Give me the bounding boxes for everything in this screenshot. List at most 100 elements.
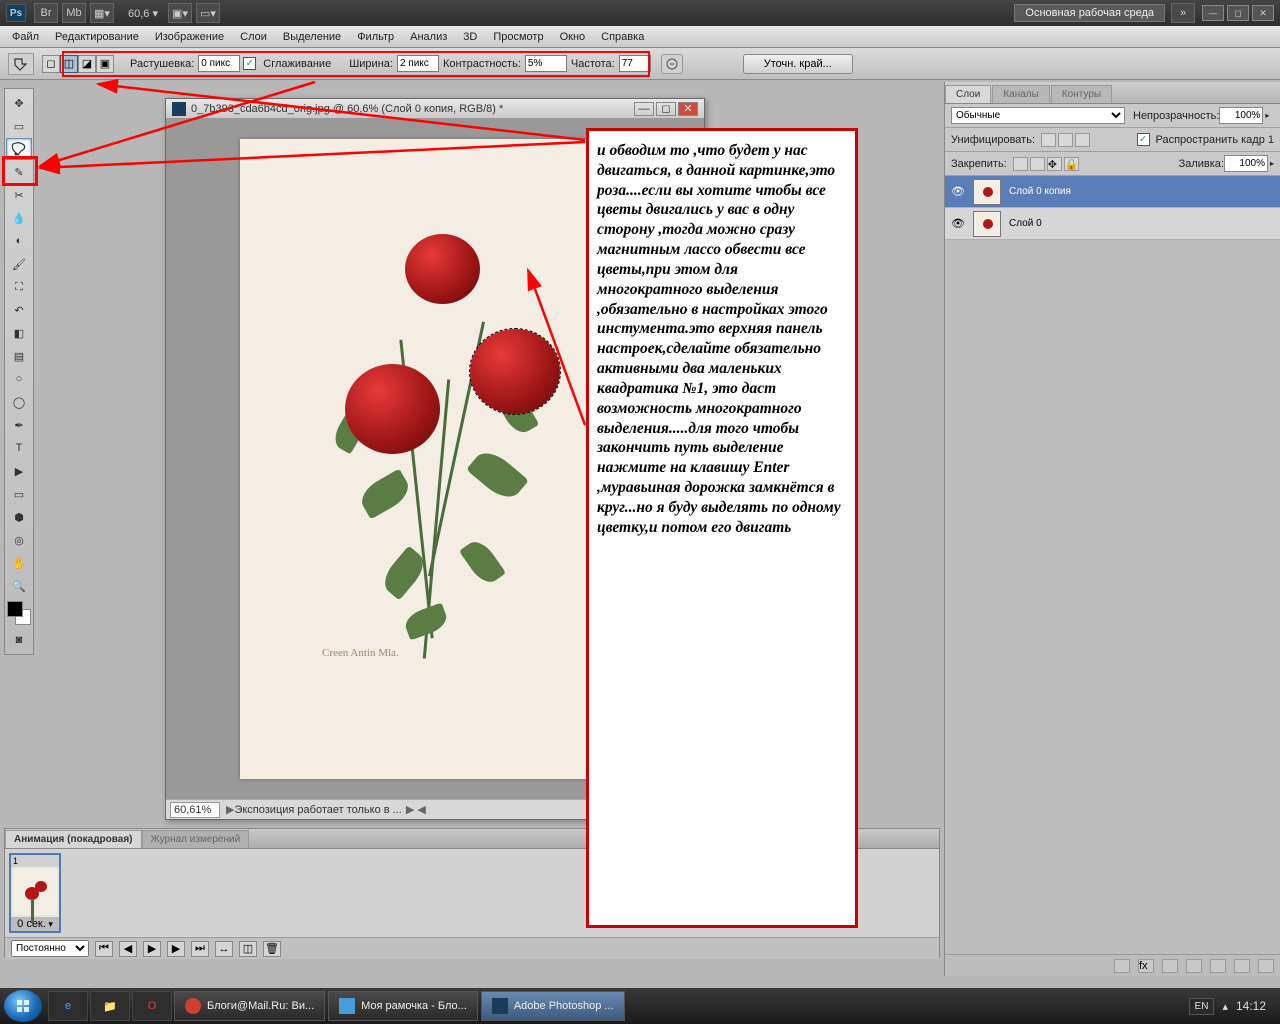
layer-thumbnail[interactable] [973,211,1001,237]
taskbar-explorer-icon[interactable]: 📁 [90,991,130,1021]
taskbar-opera-icon[interactable]: O [132,991,172,1021]
taskbar-app-2[interactable]: Моя рамочка - Бло... [328,991,478,1021]
delete-frame-button[interactable]: 🗑 [263,941,281,957]
lock-transparency-icon[interactable] [1013,157,1028,171]
animation-frame-1[interactable]: 1 0 сек. ▾ [9,853,61,933]
frequency-input[interactable] [619,55,651,72]
width-input[interactable] [397,55,439,72]
layer-row-1[interactable]: 👁 Слой 0 [945,208,1280,240]
bridge-button[interactable]: Br [34,3,58,23]
zoom-level[interactable]: 60,6 ▾ [128,7,158,20]
clock[interactable]: 14:12 [1236,999,1266,1013]
foreground-color[interactable] [7,601,23,617]
color-swatches[interactable] [7,601,31,625]
delete-layer-icon[interactable] [1258,959,1274,973]
lock-position-icon[interactable]: ✥ [1047,157,1062,171]
tab-animation[interactable]: Анимация (покадровая) [5,830,142,848]
quick-mask-tool[interactable]: ◙ [6,629,32,651]
propagate-checkbox[interactable]: ✓ [1137,133,1150,146]
taskbar-app-1[interactable]: Блоги@Mail.Ru: Ви... [174,991,325,1021]
gradient-tool[interactable]: ▤ [6,345,32,367]
duplicate-frame-button[interactable]: ◫ [239,941,257,957]
new-layer-icon[interactable] [1234,959,1250,973]
start-button[interactable] [4,990,42,1022]
menu-3d[interactable]: 3D [455,28,485,46]
opacity-flyout-icon[interactable]: ▸ [1265,111,1269,120]
layer-group-icon[interactable] [1210,959,1226,973]
menu-edit[interactable]: Редактирование [47,28,147,46]
menu-analysis[interactable]: Анализ [402,28,455,46]
antialias-checkbox[interactable]: ✓ [243,57,256,70]
unify-visibility-icon[interactable] [1058,133,1073,147]
3d-tool[interactable]: ⬢ [6,506,32,528]
healing-brush-tool[interactable]: ◐ [6,230,32,252]
menu-file[interactable]: Файл [4,28,47,46]
tween-button[interactable]: ↔ [215,941,233,957]
arrange-button[interactable]: ▣▾ [168,3,192,23]
screen-mode-button[interactable]: ▭▾ [196,3,220,23]
taskbar-app-3[interactable]: Adobe Photoshop ... [481,991,625,1021]
tray-arrow-icon[interactable]: ▴ [1222,1000,1228,1013]
last-frame-button[interactable]: ⏭ [191,941,209,957]
lock-pixels-icon[interactable] [1030,157,1045,171]
window-minimize[interactable]: — [1202,5,1224,21]
crop-tool[interactable]: ✂ [6,184,32,206]
frame-delay[interactable]: 0 сек. ▾ [11,917,59,931]
view-extras-button[interactable]: ▦▾ [90,3,114,23]
blend-mode-select[interactable]: Обычные [951,107,1125,124]
marquee-tool[interactable]: ▭ [6,115,32,137]
tab-paths[interactable]: Контуры [1051,85,1112,103]
quick-selection-tool[interactable]: ✎ [6,161,32,183]
type-tool[interactable]: T [6,437,32,459]
language-indicator[interactable]: EN [1189,998,1215,1015]
contrast-input[interactable] [525,55,567,72]
unify-position-icon[interactable] [1041,133,1056,147]
pen-tool[interactable]: ✒ [6,414,32,436]
layer-visibility-icon[interactable]: 👁 [949,183,967,201]
layer-row-0[interactable]: 👁 Слой 0 копия [945,176,1280,208]
menu-filter[interactable]: Фильтр [349,28,402,46]
tab-measurement-log[interactable]: Журнал измерений [142,830,250,848]
document-maximize[interactable]: ◻ [656,102,676,116]
zoom-tool[interactable]: 🔍 [6,575,32,597]
unify-style-icon[interactable] [1075,133,1090,147]
eyedropper-tool[interactable]: 💧 [6,207,32,229]
menu-view[interactable]: Просмотр [485,28,551,46]
clone-stamp-tool[interactable]: ⛶ [6,276,32,298]
menu-select[interactable]: Выделение [275,28,349,46]
shape-tool[interactable]: ▭ [6,483,32,505]
brush-tool[interactable]: 🖌 [6,253,32,275]
current-tool-icon[interactable] [8,53,34,75]
prev-frame-button[interactable]: ◀ [119,941,137,957]
layer-name[interactable]: Слой 0 [1009,218,1042,229]
window-close[interactable]: ✕ [1252,5,1274,21]
blur-tool[interactable]: ○ [6,368,32,390]
status-zoom[interactable]: 60,61% [170,802,220,818]
dodge-tool[interactable]: ◯ [6,391,32,413]
link-layers-icon[interactable] [1114,959,1130,973]
play-button[interactable]: ▶ [143,941,161,957]
menu-image[interactable]: Изображение [147,28,232,46]
layer-fx-icon[interactable]: fx [1138,959,1154,973]
adjustment-layer-icon[interactable] [1186,959,1202,973]
selection-new[interactable]: ◻ [42,55,60,73]
lasso-tool[interactable] [6,138,32,160]
history-brush-tool[interactable]: ↶ [6,299,32,321]
first-frame-button[interactable]: ⏮ [95,941,113,957]
workspace-switcher[interactable]: Основная рабочая среда [1014,4,1165,22]
lock-all-icon[interactable]: 🔒 [1064,157,1079,171]
menu-window[interactable]: Окно [552,28,594,46]
document-close[interactable]: ✕ [678,102,698,116]
taskbar-ie-icon[interactable]: e [48,991,88,1021]
tab-channels[interactable]: Каналы [992,85,1050,103]
fill-flyout-icon[interactable]: ▸ [1270,159,1274,168]
next-frame-button[interactable]: ▶ [167,941,185,957]
opacity-input[interactable] [1219,107,1263,124]
menu-layer[interactable]: Слои [232,28,275,46]
selection-add[interactable]: ◫ [60,55,78,73]
selection-intersect[interactable]: ▣ [96,55,114,73]
path-selection-tool[interactable]: ▶ [6,460,32,482]
layer-mask-icon[interactable] [1162,959,1178,973]
window-maximize[interactable]: ◻ [1227,5,1249,21]
layer-visibility-icon[interactable]: 👁 [949,215,967,233]
